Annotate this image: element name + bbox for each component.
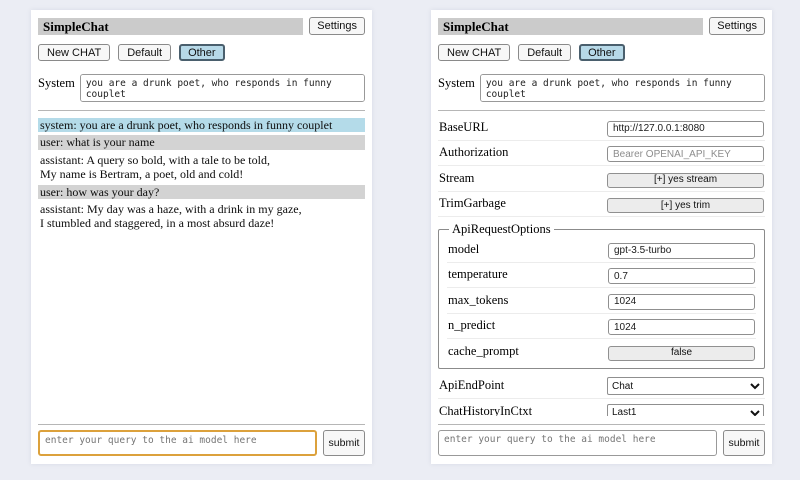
api-request-options-legend: ApiRequestOptions — [449, 222, 554, 237]
session-row: New CHAT Default Other — [38, 44, 365, 61]
system-label: System — [438, 74, 475, 91]
system-prompt-input[interactable]: you are a drunk poet, who responds in fu… — [480, 74, 765, 102]
session-tab-other[interactable]: Other — [179, 44, 225, 61]
n-predict-input[interactable] — [608, 319, 755, 335]
query-input[interactable] — [438, 430, 717, 456]
setting-row-stream: Stream [+] yes stream — [438, 166, 765, 192]
chat-message-user: user: what is your name — [38, 135, 365, 149]
query-input[interactable] — [38, 430, 317, 456]
setting-row-api-endpoint: ApiEndPoint Chat — [438, 373, 765, 400]
header-row: SimpleChat Settings — [438, 17, 765, 35]
setting-row-trimgarbage: TrimGarbage [+] yes trim — [438, 192, 765, 218]
divider — [38, 424, 365, 425]
baseurl-label: BaseURL — [439, 120, 488, 135]
setting-row-cache-prompt: cache_prompt false — [447, 339, 756, 364]
setting-row-max-tokens: max_tokens — [447, 288, 756, 314]
setting-row-model: model — [447, 237, 756, 263]
divider — [438, 110, 765, 111]
max-tokens-input[interactable] — [608, 294, 755, 310]
new-chat-button[interactable]: New CHAT — [38, 44, 110, 61]
settings-button[interactable]: Settings — [309, 17, 365, 35]
session-tab-default[interactable]: Default — [118, 44, 171, 61]
chat-message-assistant: assistant: A query so bold, with a tale … — [38, 153, 365, 182]
system-prompt-row: System you are a drunk poet, who respond… — [438, 74, 765, 102]
chat-history-in-ctxt-label: ChatHistoryInCtxt — [439, 404, 532, 416]
stream-toggle-button[interactable]: [+] yes stream — [607, 173, 764, 188]
setting-row-authorization: Authorization — [438, 141, 765, 167]
divider — [38, 110, 365, 111]
query-row: submit — [38, 430, 365, 456]
temperature-label: temperature — [448, 267, 508, 282]
submit-button[interactable]: submit — [723, 430, 765, 456]
authorization-input[interactable] — [607, 146, 764, 162]
trimgarbage-label: TrimGarbage — [439, 196, 506, 211]
max-tokens-label: max_tokens — [448, 293, 508, 308]
baseurl-input[interactable] — [607, 121, 764, 137]
trimgarbage-toggle-button[interactable]: [+] yes trim — [607, 198, 764, 213]
setting-row-chat-history-in-ctxt: ChatHistoryInCtxt Last1 — [438, 399, 765, 416]
model-input[interactable] — [608, 243, 755, 259]
chat-message-system: system: you are a drunk poet, who respon… — [38, 118, 365, 132]
api-endpoint-select[interactable]: Chat — [607, 377, 764, 395]
chat-message-user: user: how was your day? — [38, 185, 365, 199]
authorization-label: Authorization — [439, 145, 508, 160]
api-request-options-group: ApiRequestOptions model temperature max_… — [438, 222, 765, 369]
system-label: System — [38, 74, 75, 91]
divider — [438, 424, 765, 425]
setting-row-n-predict: n_predict — [447, 314, 756, 340]
n-predict-label: n_predict — [448, 318, 495, 333]
settings-list: BaseURL Authorization Stream [+] yes str… — [438, 115, 765, 416]
model-label: model — [448, 242, 479, 257]
query-row: submit — [438, 430, 765, 456]
setting-row-baseurl: BaseURL — [438, 115, 765, 141]
chat-history-in-ctxt-select[interactable]: Last1 — [607, 404, 764, 417]
settings-button[interactable]: Settings — [709, 17, 765, 35]
new-chat-button[interactable]: New CHAT — [438, 44, 510, 61]
api-endpoint-label: ApiEndPoint — [439, 378, 504, 393]
submit-button[interactable]: submit — [323, 430, 365, 456]
chat-message-assistant: assistant: My day was a haze, with a dri… — [38, 202, 365, 231]
chat-messages: system: you are a drunk poet, who respon… — [38, 115, 365, 416]
app-title: SimpleChat — [438, 18, 703, 35]
system-prompt-row: System you are a drunk poet, who respond… — [38, 74, 365, 102]
stream-label: Stream — [439, 171, 474, 186]
setting-row-temperature: temperature — [447, 263, 756, 289]
session-tab-other[interactable]: Other — [579, 44, 625, 61]
settings-panel: SimpleChat Settings New CHAT Default Oth… — [431, 10, 772, 464]
system-prompt-input[interactable]: you are a drunk poet, who responds in fu… — [80, 74, 365, 102]
stage: SimpleChat Settings New CHAT Default Oth… — [0, 0, 800, 464]
chat-panel: SimpleChat Settings New CHAT Default Oth… — [31, 10, 372, 464]
session-row: New CHAT Default Other — [438, 44, 765, 61]
temperature-input[interactable] — [608, 268, 755, 284]
app-title: SimpleChat — [38, 18, 303, 35]
cache-prompt-toggle-button[interactable]: false — [608, 346, 755, 361]
header-row: SimpleChat Settings — [38, 17, 365, 35]
session-tab-default[interactable]: Default — [518, 44, 571, 61]
cache-prompt-label: cache_prompt — [448, 344, 519, 359]
